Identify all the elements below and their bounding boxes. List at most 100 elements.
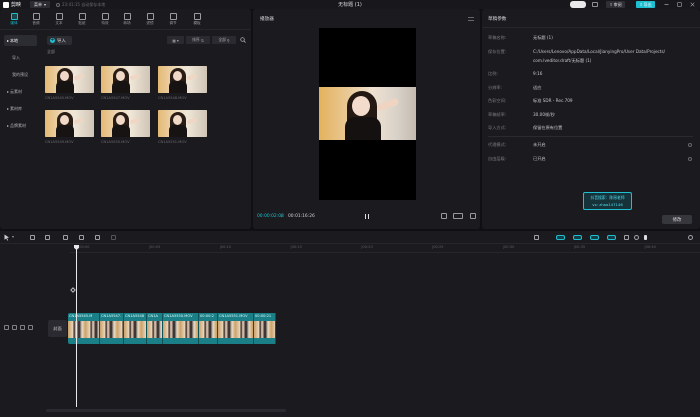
tab-adjust[interactable]: 调节 [164, 12, 182, 29]
media-file-name: CN1A5550.MOV [101, 140, 130, 144]
zoom-out-icon[interactable] [624, 235, 629, 240]
fullscreen-icon[interactable] [470, 213, 476, 219]
timeline-clip[interactable]: 00:00:2 [199, 313, 218, 344]
timeline-clip[interactable]: 00:00:21 [254, 313, 276, 344]
media-thumbnail[interactable] [45, 110, 94, 137]
microphone-icon[interactable] [534, 235, 539, 240]
sidebar-item[interactable]: 导入 [4, 52, 37, 63]
media-thumbnail[interactable] [101, 110, 150, 137]
tab-text[interactable]: 文本 [50, 12, 68, 29]
zoom-fit-icon[interactable] [634, 235, 639, 240]
export-button[interactable]: ⇧ 导出 [636, 1, 655, 8]
minimize-icon[interactable] [664, 2, 669, 7]
media-thumbnail[interactable] [45, 66, 94, 93]
split-right-icon[interactable] [95, 235, 100, 240]
clip-name: CN1A5548 [125, 314, 145, 318]
tab-transition[interactable]: 转场 [118, 12, 136, 29]
split-left-icon[interactable] [79, 235, 84, 240]
main-track-magnet-toggle[interactable] [556, 235, 565, 240]
chevron-right-icon: ▸ [7, 106, 10, 111]
timeline-clip[interactable]: CN1A5547. [100, 313, 124, 344]
eye-icon[interactable] [12, 325, 17, 330]
undo-icon[interactable] [30, 235, 35, 240]
timeline-clip[interactable]: CN1A5548 [124, 313, 147, 344]
close-icon[interactable] [690, 2, 695, 7]
audio-icon [32, 13, 40, 20]
clip-filmstrip [163, 321, 198, 338]
media-file-name: CN1A5548.MOV [158, 96, 187, 100]
vip-badge[interactable] [570, 1, 586, 8]
sidebar-item[interactable]: ▸ 品牌素材 [4, 120, 37, 131]
more-icon[interactable] [28, 325, 33, 330]
crop-icon[interactable] [441, 213, 447, 219]
media-file-name: CN1A5545.MOV [45, 96, 74, 100]
clip-filmstrip [254, 321, 275, 338]
property-key: 自由层级: [488, 156, 507, 161]
media-thumbnail[interactable] [158, 110, 207, 137]
tab-label: 音频 [32, 21, 40, 25]
cover-button[interactable]: 封面 [48, 320, 67, 337]
tab-label: 文本 [55, 21, 63, 25]
media-sidebar: ▸ 本地导入我的预设 ▸ 云素材 ▸ 素材库 ▸ 品牌素材 [4, 35, 37, 137]
info-icon[interactable] [688, 143, 692, 147]
ruler-tick-label: |00:00 [78, 245, 90, 249]
layout-icon[interactable] [592, 2, 598, 7]
watermark-line-1: 抖音搜索：陈昂老师 [590, 195, 625, 200]
preview-frame-image [319, 87, 416, 140]
sidebar-item[interactable]: ▸ 素材库 [4, 103, 37, 114]
linkage-toggle[interactable] [590, 235, 599, 240]
sticker-icon [78, 13, 86, 20]
chevron-down-icon[interactable]: ▾ [12, 234, 17, 239]
tab-media[interactable]: 媒体 [5, 12, 23, 29]
timeline-clip[interactable]: CN1A5551.MOV [218, 313, 254, 344]
review-label: 审阅 [613, 1, 622, 7]
watermark-overlay: 抖音搜索：陈昂老师 vx: zhao147146 [583, 192, 632, 210]
import-button[interactable]: + 导入 [47, 36, 72, 45]
search-icon[interactable] [240, 37, 246, 43]
ruler-tick-label: |00:25 [432, 245, 444, 249]
media-thumbnail[interactable] [158, 66, 207, 93]
timeline-clip[interactable]: CN1A5545.M [68, 313, 100, 344]
filter-button[interactable]: 全部 ⚲ [212, 36, 236, 44]
modify-button[interactable]: 修改 [662, 215, 692, 224]
maximize-icon[interactable] [677, 2, 682, 7]
redo-icon[interactable] [45, 235, 50, 240]
media-thumbnail[interactable] [101, 66, 150, 93]
info-icon[interactable] [688, 157, 692, 161]
timeline-scrollbar[interactable] [46, 409, 286, 412]
clip-filmstrip [100, 321, 123, 338]
clip-name: CN1A5545.M [69, 314, 93, 318]
timeline-ruler[interactable] [70, 245, 700, 253]
ruler-tick-label: |00:30 [502, 245, 515, 249]
sidebar-item[interactable]: ▸ 云素材 [4, 86, 37, 97]
clip-name: 00:00:21 [255, 314, 272, 318]
view-mode-button[interactable]: ▦ ▾ [167, 36, 184, 44]
auto-snap-toggle[interactable] [573, 235, 582, 240]
tab-filter[interactable]: 滤镜 [141, 12, 159, 29]
pause-icon[interactable] [365, 214, 369, 219]
tab-sticker[interactable]: 贴纸 [73, 12, 91, 29]
property-key: 比例: [488, 71, 498, 76]
tab-template[interactable]: 模板 [188, 12, 206, 29]
tab-audio[interactable]: 音频 [27, 12, 45, 29]
sort-button[interactable]: 排序 ⇅ [186, 36, 210, 44]
aspect-ratio-button[interactable] [453, 213, 463, 219]
review-button[interactable]: ⇪ 审阅 [606, 1, 625, 8]
timeline-settings-icon[interactable] [688, 235, 693, 240]
lock-icon[interactable] [4, 325, 9, 330]
export-icon: ⇧ [639, 2, 643, 7]
sidebar-item[interactable]: 我的预设 [4, 69, 37, 80]
timeline-clip[interactable]: CN1A [147, 313, 163, 344]
tab-effects[interactable]: 特效 [96, 12, 114, 29]
preview-axis-toggle[interactable] [607, 235, 616, 240]
split-icon[interactable] [63, 235, 68, 240]
property-key: 草稿帧率: [488, 111, 507, 117]
zoom-slider[interactable] [644, 235, 647, 240]
player-menu-icon[interactable] [468, 17, 474, 21]
select-cursor-icon[interactable] [4, 234, 10, 241]
speaker-icon[interactable] [20, 325, 25, 330]
delete-icon[interactable] [111, 235, 116, 240]
timeline-clip[interactable]: CN1A5550.MOV [163, 313, 199, 344]
playhead[interactable] [76, 245, 77, 407]
sidebar-item[interactable]: ▸ 本地 [4, 35, 37, 46]
